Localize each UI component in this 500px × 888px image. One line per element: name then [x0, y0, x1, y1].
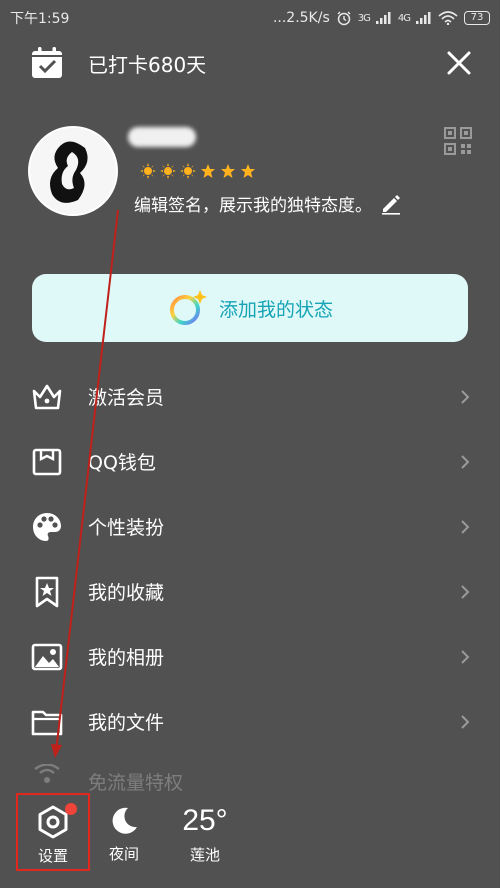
- moon-icon: [112, 807, 137, 834]
- wallet-icon: [32, 448, 62, 475]
- photo-icon: [31, 643, 63, 670]
- notification-dot: [65, 803, 77, 815]
- crown-icon: [32, 384, 62, 409]
- settings-label: 设置: [37, 847, 68, 865]
- status-indicators: ...2.5K/s 3G 4G 73: [273, 10, 490, 26]
- avatar[interactable]: [28, 126, 118, 216]
- drawer-menu: 激活会员 QQ钱包 个性装扮 我的收藏 我的相册 我的文件: [0, 364, 500, 754]
- weather-city: 莲池: [189, 846, 220, 864]
- calendar-check-icon[interactable]: [30, 46, 64, 80]
- folder-icon: [31, 710, 63, 735]
- chevron-right-icon: [461, 649, 470, 664]
- signal-icon: [34, 764, 60, 783]
- menu-item-label: 我的文件: [88, 712, 165, 734]
- settings-button[interactable]: 设置: [16, 793, 90, 871]
- signal-bars-icon: [375, 12, 391, 24]
- menu-item-files[interactable]: 我的文件: [0, 689, 500, 754]
- menu-item-free-traffic[interactable]: 免流量特权: [0, 760, 500, 794]
- drawer-bottom-bar: 设置 夜间 25° 莲池: [0, 790, 500, 888]
- star-badge-icon: [241, 164, 255, 178]
- status-bar: 下午1:59 ...2.5K/s 3G 4G 73: [0, 0, 500, 36]
- signal-3g-label: 3G: [357, 12, 371, 24]
- status-time: 下午1:59: [10, 11, 70, 27]
- palette-icon: [33, 512, 61, 541]
- battery-indicator: 73: [464, 11, 490, 25]
- drawer-header: 已打卡680天: [0, 40, 500, 86]
- menu-item-label: 我的相册: [88, 647, 165, 669]
- level-stars[interactable]: [140, 163, 256, 179]
- chevron-right-icon: [461, 714, 470, 729]
- nickname-obscured: [128, 127, 196, 147]
- weather-button[interactable]: 25° 莲池: [170, 804, 240, 865]
- menu-item-label: 个性装扮: [88, 517, 165, 539]
- sun-badge-icon: [180, 163, 196, 179]
- network-speed: ...2.5K/s: [272, 10, 330, 26]
- bookmark-star-icon: [35, 576, 59, 607]
- pencil-icon[interactable]: [380, 193, 402, 215]
- sun-badge-icon: [140, 163, 156, 179]
- add-status-label: 添加我的状态: [218, 298, 333, 321]
- add-status-button[interactable]: 添加我的状态: [32, 274, 468, 342]
- checkin-days[interactable]: 已打卡680天: [88, 49, 206, 78]
- night-mode-label: 夜间: [108, 845, 139, 863]
- sun-badge-icon: [160, 163, 176, 179]
- qr-code-icon[interactable]: [444, 127, 472, 155]
- temperature: 25°: [182, 804, 228, 837]
- star-badge-icon: [221, 164, 235, 178]
- chevron-right-icon: [461, 454, 470, 469]
- alarm-icon: [337, 11, 351, 26]
- signature-row[interactable]: 编辑签名，展示我的独特态度。: [134, 191, 402, 216]
- chevron-right-icon: [461, 519, 470, 534]
- menu-item-label: 我的收藏: [88, 582, 165, 604]
- menu-item-theme[interactable]: 个性装扮: [0, 494, 500, 559]
- status-ring-icon: [169, 290, 207, 325]
- star-badge-icon: [201, 164, 215, 178]
- menu-item-album[interactable]: 我的相册: [0, 624, 500, 689]
- signal-4g-label: 4G: [397, 12, 411, 24]
- close-icon[interactable]: [444, 48, 474, 78]
- avatar-image: [30, 128, 116, 214]
- signature-text: 编辑签名，展示我的独特态度。: [134, 196, 372, 216]
- menu-item-wallet[interactable]: QQ钱包: [0, 429, 500, 494]
- chevron-right-icon: [461, 389, 470, 404]
- menu-item-label: QQ钱包: [88, 452, 156, 474]
- wifi-icon: [438, 11, 458, 25]
- chevron-right-icon: [461, 584, 470, 599]
- menu-item-vip[interactable]: 激活会员: [0, 364, 500, 429]
- menu-item-favorites[interactable]: 我的收藏: [0, 559, 500, 624]
- menu-item-label: 激活会员: [88, 387, 165, 409]
- signal-bars-icon: [416, 12, 431, 24]
- night-mode-button[interactable]: 夜间: [92, 805, 156, 864]
